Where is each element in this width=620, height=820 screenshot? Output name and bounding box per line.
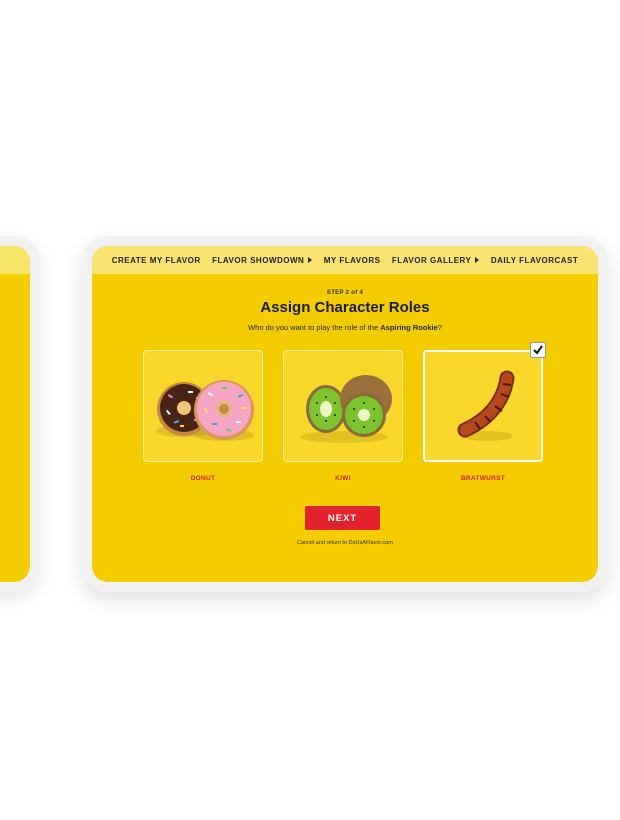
option-card-donut[interactable] bbox=[143, 350, 263, 462]
caret-right-icon bbox=[475, 257, 480, 263]
nav-label: DAILY FLAVORCAST bbox=[490, 255, 579, 265]
nav-label: CREATE MY FLAVOR bbox=[111, 255, 201, 265]
option-label-bratwurst: BRATWURST bbox=[460, 475, 506, 482]
nav-flavor-showdown[interactable]: FLAVOR SHOWDOWN bbox=[212, 255, 313, 265]
nav-create-my-flavor[interactable]: CREATE MY FLAVOR bbox=[112, 256, 201, 265]
nav-label: FLAVOR GALLERY bbox=[391, 255, 472, 265]
option-label-kiwi: KIWI bbox=[335, 475, 351, 482]
app-screen: CREATE MY FLAVOR FLAVOR SHOWDOWN MY FLAV… bbox=[92, 246, 598, 582]
option-card-bratwurst[interactable] bbox=[423, 350, 543, 462]
prompt-suffix: ? bbox=[437, 323, 442, 332]
nav-label: FLAVOR SHOWDOWN bbox=[212, 255, 305, 265]
caret-right-icon bbox=[308, 257, 313, 263]
role-name: Aspiring Rookie bbox=[380, 323, 438, 332]
page-title: Assign Character Roles bbox=[260, 299, 430, 316]
option-card-kiwi[interactable] bbox=[283, 350, 403, 462]
bratwurst-image bbox=[457, 370, 515, 441]
step-indicator: STEP 2 of 4 bbox=[326, 290, 364, 296]
donut-image bbox=[156, 380, 254, 441]
checkmark-icon bbox=[533, 345, 543, 355]
role-prompt: Who do you want to play the role of the … bbox=[92, 323, 598, 332]
top-nav: CREATE MY FLAVOR FLAVOR SHOWDOWN MY FLAV… bbox=[92, 246, 598, 274]
prompt-prefix: Who do you want to play the role of the bbox=[248, 323, 381, 332]
option-label-donut: DONUT bbox=[190, 475, 216, 482]
tablet-frame: CREATE MY FLAVOR FLAVOR SHOWDOWN MY FLAV… bbox=[82, 236, 608, 592]
nav-flavor-gallery[interactable]: FLAVOR GALLERY bbox=[391, 255, 480, 265]
kiwi-image bbox=[300, 375, 392, 443]
next-button[interactable]: NEXT bbox=[305, 506, 380, 530]
left-tablet-nav bbox=[0, 246, 30, 274]
left-tablet-frame bbox=[0, 236, 40, 592]
nav-my-flavors[interactable]: MY FLAVORS bbox=[324, 256, 381, 265]
left-tablet-screen bbox=[0, 246, 30, 582]
nav-daily-flavorcast[interactable]: DAILY FLAVORCAST bbox=[491, 256, 578, 265]
nav-label: MY FLAVORS bbox=[323, 255, 381, 265]
selected-checkbox[interactable] bbox=[530, 342, 546, 358]
cancel-link[interactable]: Cancel and return to DoUsAFlavor.com bbox=[92, 540, 598, 546]
